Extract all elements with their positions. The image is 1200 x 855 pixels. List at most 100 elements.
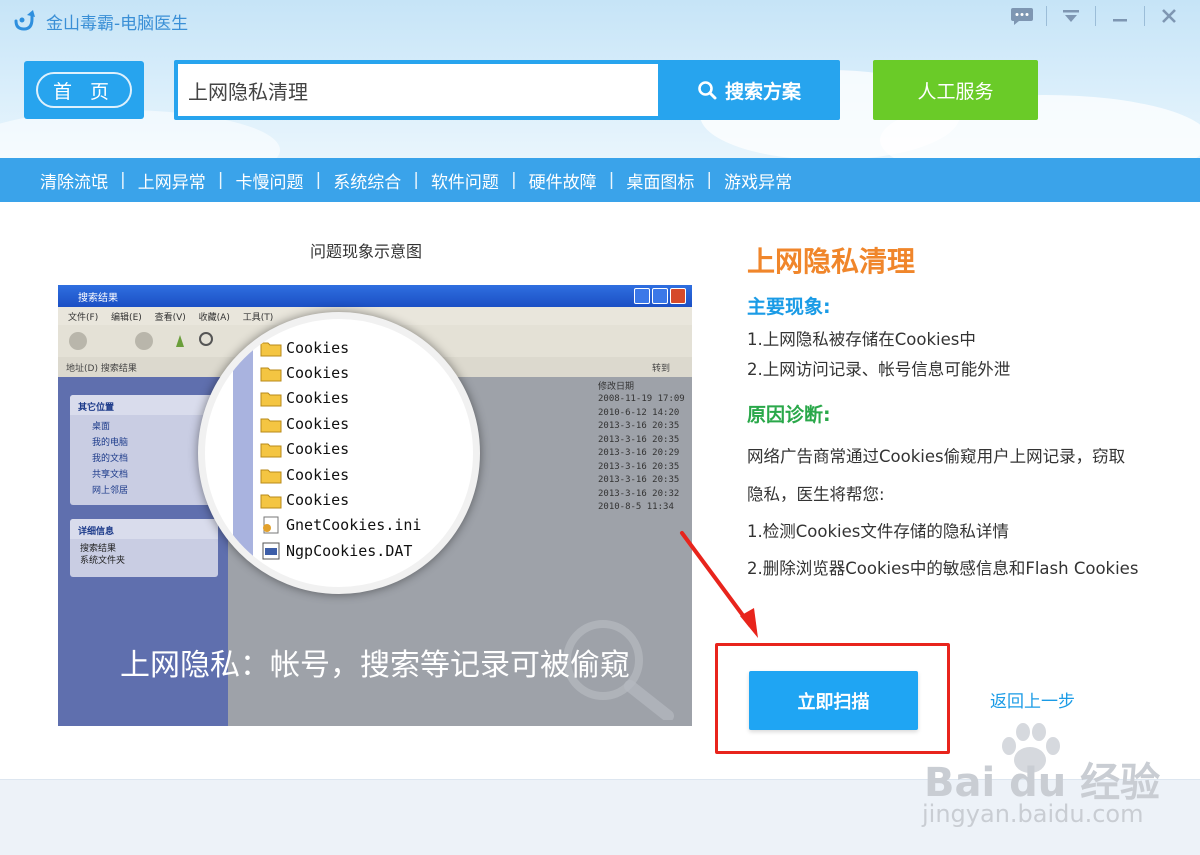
diagram-overlay-text: 上网隐私：帐号，搜索等记录可被偷窥 [120, 648, 630, 683]
other-places-title: 其它位置 [70, 395, 218, 415]
search-icon [698, 81, 717, 100]
folder-icon [260, 443, 282, 458]
category-slow[interactable]: 卡慢问题 [235, 168, 303, 193]
search-button-label: 搜索方案 [724, 80, 801, 103]
file-name: NgpCookies.DAT [286, 541, 413, 560]
diagnosis-title: 原因诊断: [747, 404, 831, 426]
folder-icon [260, 342, 282, 357]
file-name: Cookies [286, 465, 350, 484]
diagnosis-line: 2.删除浏览器Cookies中的敏感信息和Flash Cookies [747, 559, 1139, 578]
category-bar: 清除流氓 | 上网异常 | 卡慢问题 | 系统综合 | 软件问题 | 硬件故障 … [0, 158, 1200, 202]
symptom-line: 1.上网隐私被存储在Cookies中 [747, 330, 976, 349]
file-name: Cookies [286, 440, 350, 459]
diagnosis-line: 隐私，医生将帮您: [747, 485, 885, 504]
window-title: 金山毒霸-电脑医生 [46, 14, 189, 34]
separator: | [608, 170, 615, 190]
category-game[interactable]: 游戏异常 [724, 168, 792, 193]
folder-icon [260, 494, 282, 509]
duba-logo-icon [14, 10, 35, 31]
file-name: Cookies [286, 338, 350, 357]
file-row: Cookies [260, 411, 421, 436]
category-hardware[interactable]: 硬件故障 [529, 168, 597, 193]
cookie-file-list: Cookies Cookies Cookies Cookies Cookies … [260, 335, 421, 564]
diagram-caption: 问题现象示意图 [310, 242, 423, 261]
chat-bubble-icon [1011, 8, 1033, 25]
issue-title: 上网隐私清理 [747, 245, 916, 278]
feedback-button[interactable] [998, 0, 1046, 32]
scan-now-button[interactable]: 立即扫描 [749, 671, 918, 730]
category-desktop[interactable]: 桌面图标 [626, 168, 694, 193]
explorer-title: 搜索结果 [78, 293, 118, 304]
menu-button[interactable] [1047, 0, 1095, 32]
file-row: Cookies [260, 437, 421, 462]
home-button[interactable]: 首 页 [24, 61, 144, 119]
separator: | [315, 170, 322, 190]
ini-file-icon [263, 516, 279, 534]
home-button-label: 首 页 [36, 72, 132, 108]
separator: | [217, 170, 224, 190]
magnifier-lens: Cookies Cookies Cookies Cookies Cookies … [198, 312, 480, 594]
folder-icon [260, 367, 282, 382]
folder-icon [260, 392, 282, 407]
search-input[interactable] [178, 64, 658, 116]
separator: | [120, 170, 126, 190]
lens-sidebar-strip [233, 319, 253, 587]
diagnosis-line: 网络广告商常通过Cookies偷窥用户上网记录，窃取 [747, 447, 1126, 466]
detail-item: 系统文件夹 [80, 556, 126, 566]
file-row: Cookies [260, 360, 421, 385]
file-row: Cookies [260, 487, 421, 512]
address-text: 地址(D) 搜索结果 [66, 364, 137, 374]
watermark-url: jingyan.baidu.com [922, 800, 1144, 828]
search-box: 搜索方案 [174, 60, 840, 120]
file-name: Cookies [286, 414, 350, 433]
human-service-button[interactable]: 人工服务 [873, 60, 1038, 120]
detail-panel: 详细信息 搜索结果 系统文件夹 [70, 519, 218, 577]
category-system[interactable]: 系统综合 [333, 168, 401, 193]
symptom-line: 2.上网访问记录、帐号信息可能外泄 [747, 360, 1011, 379]
window-controls [998, 0, 1193, 32]
folder-icon [260, 418, 282, 433]
file-name: Cookies [286, 491, 350, 510]
date-cell: 2008-11-19 17:09 [598, 394, 685, 404]
separator: | [413, 170, 419, 190]
back-link[interactable]: 返回上一步 [990, 687, 1075, 712]
category-software[interactable]: 软件问题 [431, 168, 499, 193]
separator: | [510, 170, 517, 190]
minimize-icon [1113, 19, 1127, 22]
file-row: NgpCookies.DAT [260, 538, 421, 563]
symptom-title: 主要现象: [747, 296, 831, 318]
file-name: Cookies [286, 389, 350, 408]
search-button[interactable]: 搜索方案 [658, 60, 840, 120]
file-row: Cookies [260, 462, 421, 487]
menu-dropdown-icon [1063, 10, 1079, 22]
category-cleanup[interactable]: 清除流氓 [40, 168, 108, 193]
file-name: Cookies [286, 364, 350, 383]
close-button[interactable] [1145, 0, 1193, 32]
dat-file-icon [262, 542, 280, 560]
detail-item: 搜索结果 [80, 544, 117, 554]
file-name: GnetCookies.ini [286, 516, 422, 535]
go-label: 转到 [652, 364, 671, 374]
file-row: Cookies [260, 335, 421, 360]
date-cell: 2013-3-16 20:29 [598, 448, 680, 458]
other-place-item: 网上邻居 [92, 486, 129, 496]
close-icon [1162, 9, 1176, 23]
file-row: GnetCookies.ini [260, 513, 421, 538]
date-column: 2008-11-19 17:09 2010-6-12 14:20 2013-3-… [598, 393, 685, 515]
date-cell: 2013-3-16 20:32 [598, 488, 680, 499]
date-cell: 2013-3-16 20:35 [598, 434, 680, 445]
date-cell: 2010-6-12 14:20 [598, 407, 680, 418]
minimize-button[interactable] [1096, 0, 1144, 32]
xp-minimize-icon [634, 288, 650, 304]
separator: | [706, 170, 713, 190]
file-row: Cookies [260, 386, 421, 411]
xp-close-icon [670, 288, 686, 304]
date-cell: 2013-3-16 20:35 [598, 421, 680, 431]
header: 金山毒霸-电脑医生 首 页 上网隐私清理 搜索方案 人工服务 [0, 0, 1200, 158]
date-column-header: 修改日期 [598, 382, 635, 392]
date-cell: 2010-8-5 11:34 [598, 502, 674, 512]
xp-maximize-icon [652, 288, 668, 304]
category-network[interactable]: 上网异常 [138, 168, 206, 193]
explorer-nav-icons [69, 332, 213, 350]
folder-icon [260, 469, 282, 484]
